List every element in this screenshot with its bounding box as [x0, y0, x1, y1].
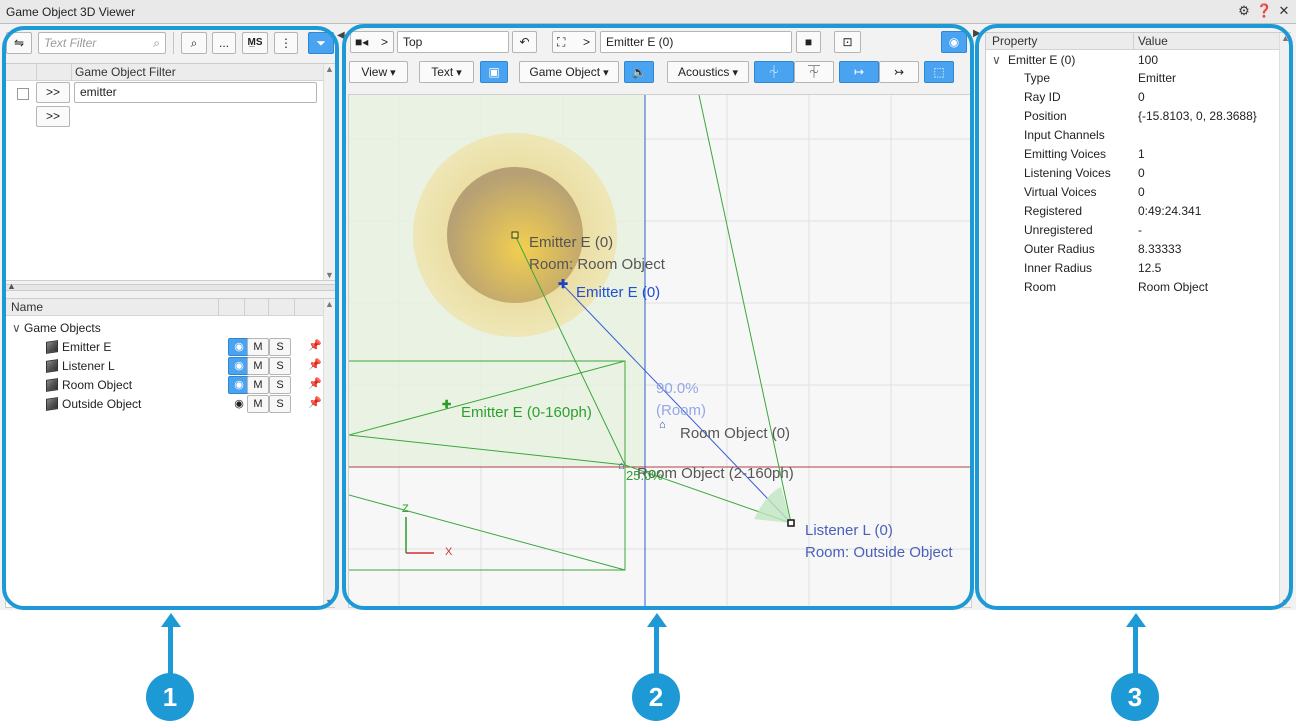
help-icon[interactable]: ❓ [1256, 3, 1272, 19]
callout-arrow-3 [1133, 626, 1138, 674]
callout-arrow-2 [654, 626, 659, 674]
close-icon[interactable]: ✕ [1276, 3, 1292, 19]
callout-arrow-1-head [161, 613, 181, 627]
callout-frame-viewport [342, 24, 974, 610]
window-title: Game Object 3D Viewer [6, 5, 136, 19]
callout-frame-left-panel [2, 26, 339, 610]
callout-arrow-1 [168, 626, 173, 674]
callout-frame-properties [975, 24, 1293, 610]
gear-icon[interactable]: ⚙ [1236, 3, 1252, 19]
callout-badge-1: 1 [146, 673, 194, 721]
callout-arrow-2-head [647, 613, 667, 627]
title-bar: Game Object 3D Viewer ⚙ ❓ ✕ [0, 0, 1296, 24]
callout-arrow-3-head [1126, 613, 1146, 627]
callout-badge-3: 3 [1111, 673, 1159, 721]
callout-badge-2: 2 [632, 673, 680, 721]
